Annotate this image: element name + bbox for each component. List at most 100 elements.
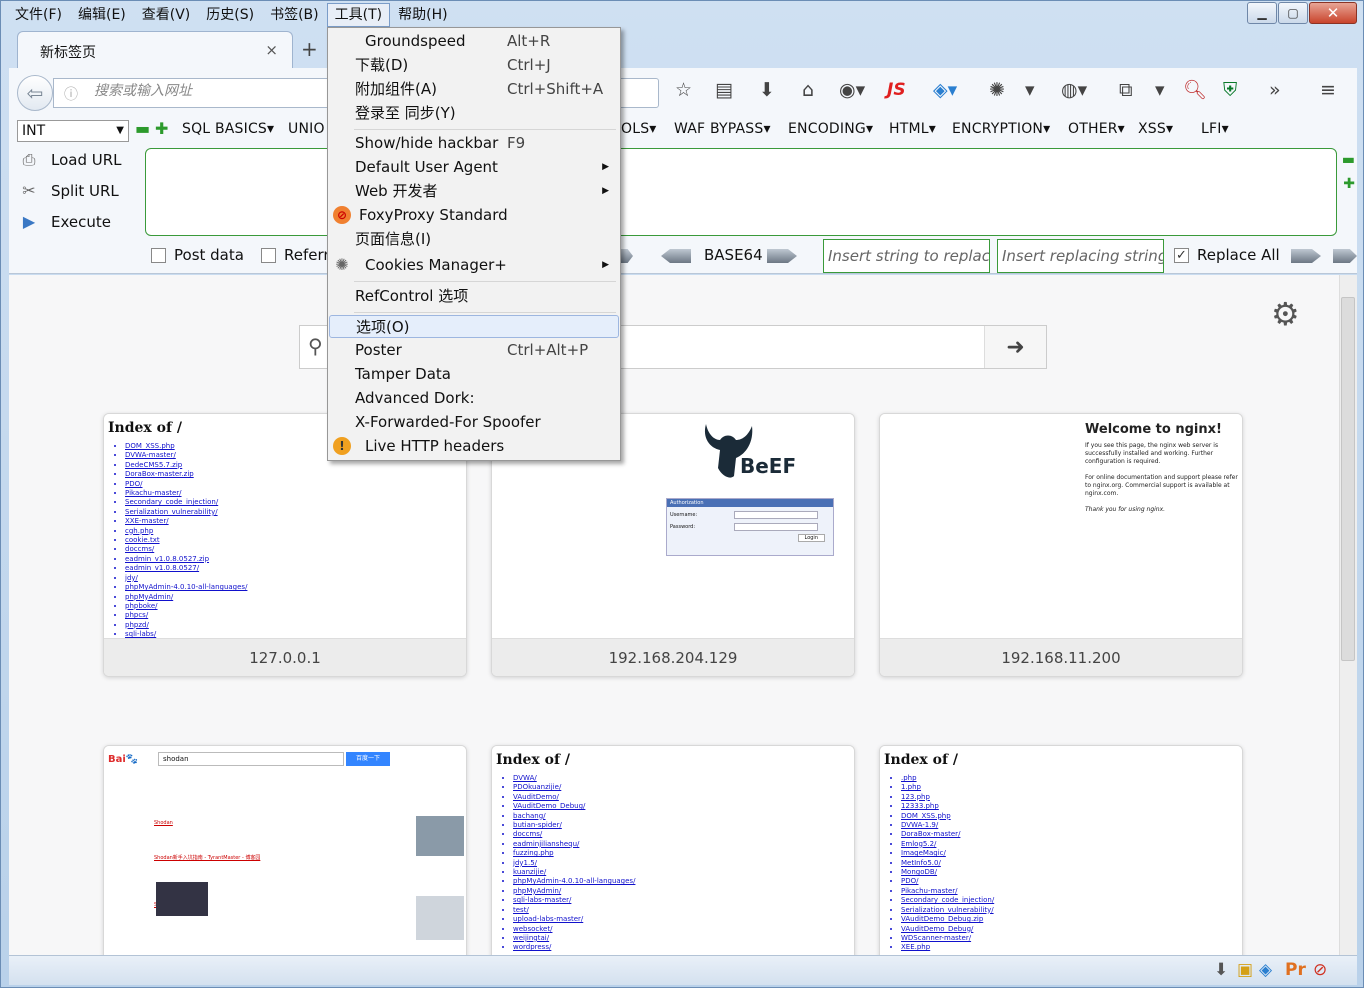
menu-item-foxyproxy[interactable]: ⊘ FoxyProxy Standard [329,204,619,227]
new-tab-button[interactable]: + [301,37,318,61]
menu-item-options[interactable]: 选项(O) [329,315,619,338]
menu-history[interactable]: 历史(S) [198,3,262,27]
hackbar-url-textarea[interactable] [145,148,1337,236]
referrer-checkbox[interactable]: Referr [261,246,330,264]
plus-icon-right[interactable]: ✚ [1343,176,1355,192]
menu-item-poster[interactable]: Poster Ctrl+Alt+P [329,339,619,362]
foxyproxy-status-icon[interactable]: ⊘ [1313,960,1327,980]
base64-encode-arrow-icon[interactable] [767,249,797,263]
menubar: 文件(F) 编辑(E) 查看(V) 历史(S) 书签(B) 工具(T) 帮助(H… [7,3,456,27]
proxy-switch-icon[interactable]: ◈▾ [933,80,957,100]
reading-list-icon[interactable]: ▤ [715,80,733,100]
minimize-button[interactable]: ▁ [1247,2,1277,24]
minus-icon[interactable]: ▬ [135,119,150,138]
shield-icon[interactable]: ⛨ [1223,80,1237,100]
menu-bookmarks[interactable]: 书签(B) [262,3,327,27]
menu-tools[interactable]: 工具(T) [326,3,391,27]
menu-other[interactable]: OTHER▾ [1068,121,1125,137]
base64-decode-arrow-icon[interactable] [661,249,691,263]
tab-newtab[interactable]: 新标签页 × [17,31,293,69]
menu-item-refcontrol[interactable]: RefControl 选项 [329,285,619,308]
menu-tools-partial[interactable]: OLS▾ [621,121,657,137]
plus-icon[interactable]: ✚ [155,119,168,138]
menu-item-advanced-dork[interactable]: Advanced Dork: [329,387,619,410]
execute-button[interactable]: ▶ Execute [19,212,111,231]
download-icon[interactable]: ⬇ [759,80,775,100]
menu-item-live-http-headers[interactable]: ! Live HTTP headers [329,435,619,458]
menu-file[interactable]: 文件(F) [7,3,70,27]
replace-all-box[interactable] [1174,247,1189,263]
copy-icon[interactable]: ⧉ [1119,80,1133,100]
baidu-result-image [156,882,208,916]
tile-label: 192.168.204.129 [492,638,854,676]
tile-index-2[interactable]: Index of / DVWA/PDOkuanzijie/VAuditDemo/… [491,745,855,955]
menu-waf-bypass[interactable]: WAF BYPASS▾ [674,121,771,137]
satellite-icon[interactable]: ◍▾ [1061,80,1087,100]
vertical-scrollbar[interactable] [1339,275,1357,955]
menu-view[interactable]: 查看(V) [134,3,199,27]
menu-item-sync[interactable]: 登录至 同步(Y) [329,102,619,125]
overflow-chevron-icon[interactable]: » [1269,80,1281,100]
menu-item-groundspeed[interactable]: Groundspeed Alt+R [329,30,619,53]
int-select[interactable]: INT ▼ [17,120,129,142]
cookie-icon[interactable]: ✺ [989,80,1005,100]
tile-baidu-shodan[interactable]: Bai🐾 shodan 百度一下 Shodan Shodan新手入坑指南 - T… [103,745,467,955]
url-input[interactable] [94,83,324,99]
maximize-button[interactable]: ▢ [1278,2,1308,24]
bookmark-star-icon[interactable]: ☆ [675,80,692,100]
menu-encoding[interactable]: ENCODING▾ [788,121,873,137]
menu-item-addons[interactable]: 附加组件(A) Ctrl+Shift+A [329,78,619,101]
auth-pass-label: Password: [670,524,696,530]
dropdown-icon-2[interactable]: ▾ [1155,80,1165,100]
menu-sql-basics[interactable]: SQL BASICS▾ [182,121,274,137]
menu-item-page-info[interactable]: 页面信息(I) [329,228,619,251]
tile-index-3[interactable]: Index of / .php1.php123.php12333.phpDOM_… [879,745,1243,955]
menu-lfi[interactable]: LFI▾ [1201,121,1229,137]
replace-all-checkbox[interactable]: Replace All [1174,246,1280,264]
menu-xss[interactable]: XSS▾ [1138,121,1173,137]
tile-192-168-11-200[interactable]: Welcome to nginx! If you see this page, … [879,413,1243,677]
menu-html[interactable]: HTML▾ [889,121,936,137]
back-button[interactable]: ⇦ [17,75,53,111]
gear-icon[interactable]: ⚙ [1271,295,1300,333]
minus-icon-right[interactable]: ▬ [1342,152,1355,168]
dropdown-icon[interactable]: ▾ [1025,80,1035,100]
search-go-button[interactable]: ➜ [984,326,1046,368]
plugin-icon[interactable]: ▣ [1237,960,1253,980]
post-data-box[interactable] [151,247,166,263]
auth-login-button: Login [797,534,825,542]
menu-item-hackbar[interactable]: Show/hide hackbar F9 [329,132,619,155]
menu-item-user-agent[interactable]: Default User Agent ▶ [329,156,619,179]
menu-encryption[interactable]: ENCRYPTION▾ [952,121,1050,137]
replace-string-input[interactable]: Insert string to replace [823,239,990,273]
load-url-label: Load URL [51,151,122,169]
base64-label: BASE64 [704,246,763,264]
tab-close-icon[interactable]: × [265,41,278,59]
scrollbar-thumb[interactable] [1341,297,1355,661]
menu-item-web-developer[interactable]: Web 开发者 ▶ [329,180,619,203]
proxy-status-icon[interactable]: ◈ [1259,960,1272,980]
menu-item-shortcut: F9 [507,134,526,152]
menu-union[interactable]: UNIO [288,121,325,137]
close-window-button[interactable]: ✕ [1309,2,1357,24]
menu-item-xff-spoofer[interactable]: X-Forwarded-For Spoofer [329,411,619,434]
home-icon[interactable]: ⌂ [802,80,814,100]
search-tool-icon[interactable]: 🔍︎ [1183,80,1207,100]
post-data-checkbox[interactable]: Post data [151,246,244,264]
download-status-icon[interactable]: ⬇ [1214,960,1228,980]
replace-arrow-icon[interactable] [1291,249,1321,263]
load-url-button[interactable]: ⎙ Load URL [19,150,122,170]
replace-arrow-icon-2[interactable] [1333,249,1357,263]
replacing-string-input[interactable]: Insert replacing string [997,239,1164,273]
menu-item-tamper-data[interactable]: Tamper Data [329,363,619,386]
menu-item-cookies-manager[interactable]: ✺ Cookies Manager+ ▶ [329,254,619,277]
pr-icon[interactable]: Pr [1285,960,1306,980]
globe-icon[interactable]: ◉▾ [839,80,865,100]
menu-help[interactable]: 帮助(H) [390,3,455,27]
menu-edit[interactable]: 编辑(E) [70,3,134,27]
split-url-button[interactable]: ✂ Split URL [19,181,119,200]
js-switch-icon[interactable]: JS [887,80,906,100]
referrer-box[interactable] [261,247,276,263]
hamburger-menu-icon[interactable]: ≡ [1320,80,1336,100]
menu-item-downloads[interactable]: 下载(D) Ctrl+J [329,54,619,77]
